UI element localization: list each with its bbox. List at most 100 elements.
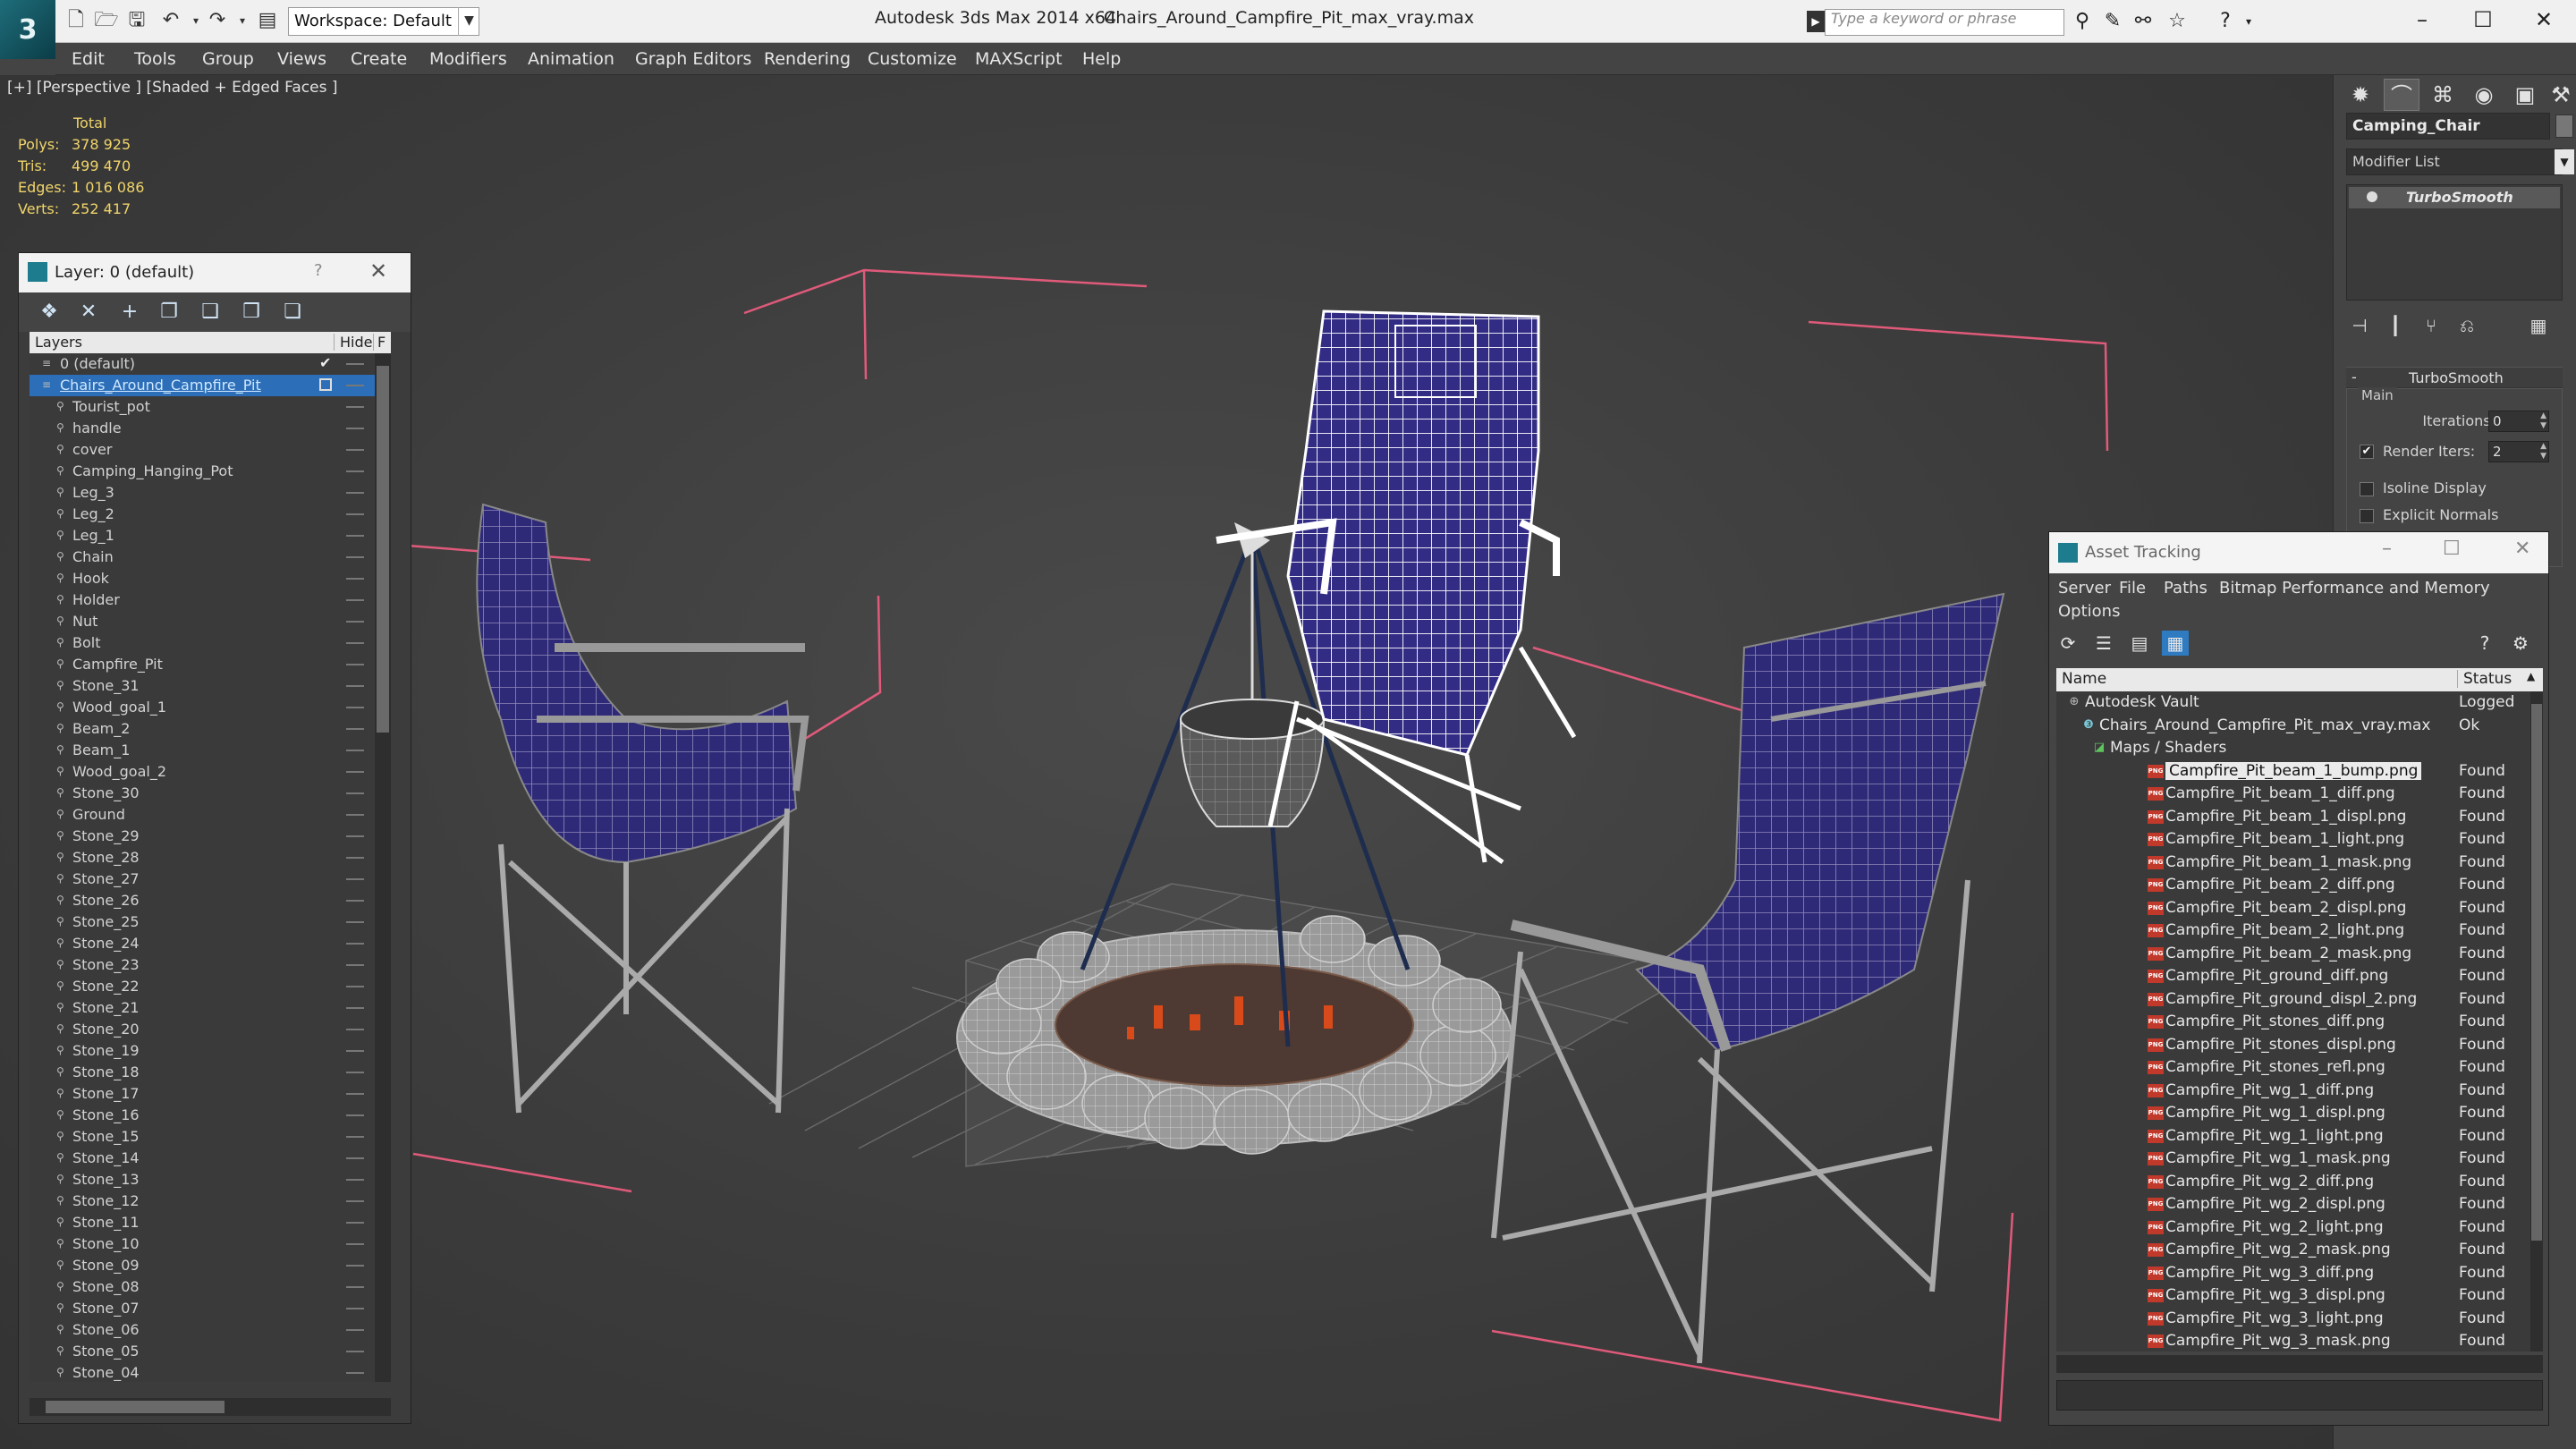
menu-paths[interactable]: Paths xyxy=(2164,579,2207,597)
layer-row[interactable]: ⚲ Leg_2 xyxy=(30,504,391,525)
redo-dropdown-icon[interactable]: ▾ xyxy=(229,7,256,34)
help-icon[interactable]: ? xyxy=(2213,9,2238,34)
hide-toggle[interactable] xyxy=(346,900,364,902)
hide-toggle[interactable] xyxy=(346,943,364,945)
menu-bitmap-performance[interactable]: Bitmap Performance and Memory xyxy=(2219,579,2490,597)
new-file-icon[interactable]: 🗋 xyxy=(63,7,89,34)
layer-row[interactable]: ⚲ Stone_06 xyxy=(30,1319,391,1341)
layer-row[interactable]: ⚲ Stone_28 xyxy=(30,847,391,869)
menu-tools[interactable]: Tools xyxy=(134,43,176,75)
hide-toggle[interactable] xyxy=(346,1329,364,1331)
undo-icon[interactable]: ↶ xyxy=(157,7,184,34)
layer-row[interactable]: ⚲ Ground xyxy=(30,804,391,826)
hide-toggle[interactable] xyxy=(346,792,364,794)
hide-toggle[interactable] xyxy=(346,728,364,730)
layer-row[interactable]: ⚲ Stone_15 xyxy=(30,1126,391,1148)
asset-row[interactable]: PNG Campfire_Pit_beam_1_bump.png Found xyxy=(2056,760,2530,783)
layer-list-scrollbar[interactable] xyxy=(375,353,391,1382)
create-tab-icon[interactable]: ✹ xyxy=(2343,79,2378,111)
communication-center-icon[interactable]: ✎ xyxy=(2100,9,2125,34)
hide-toggle[interactable] xyxy=(346,1222,364,1224)
col-status[interactable]: Status xyxy=(2457,670,2525,688)
layer-row[interactable]: ⚲ Wood_goal_2 xyxy=(30,761,391,783)
col-name[interactable]: Name xyxy=(2062,670,2106,688)
hide-toggle[interactable] xyxy=(346,857,364,859)
layer-row[interactable]: ⚲ Chain xyxy=(30,547,391,568)
layer-row[interactable]: ⚲ Holder xyxy=(30,589,391,611)
asset-row[interactable]: ⊕ Autodesk Vault Logged xyxy=(2056,691,2530,714)
hide-toggle[interactable] xyxy=(346,513,364,515)
menu-server[interactable]: Server xyxy=(2058,579,2111,597)
asset-row[interactable]: PNG Campfire_Pit_wg_1_diff.png Found xyxy=(2056,1080,2530,1102)
layer-row[interactable]: ⚲ Stone_22 xyxy=(30,976,391,997)
current-layer-check[interactable]: ✔ xyxy=(319,354,331,371)
thumbnail-view-icon[interactable]: ▤ xyxy=(2126,631,2153,656)
layer-row[interactable]: ⚲ Stone_12 xyxy=(30,1191,391,1212)
hide-toggle[interactable] xyxy=(346,707,364,708)
layer-row[interactable]: ⚲ handle xyxy=(30,418,391,439)
asset-row[interactable]: PNG Campfire_Pit_wg_2_light.png Found xyxy=(2056,1216,2530,1239)
asset-row[interactable]: PNG Campfire_Pit_beam_2_light.png Found xyxy=(2056,919,2530,942)
turbosmooth-rollout-header[interactable]: - TurboSmooth xyxy=(2346,367,2563,388)
hide-toggle[interactable] xyxy=(346,1372,364,1374)
asset-row[interactable]: PNG Campfire_Pit_beam_1_mask.png Found xyxy=(2056,852,2530,874)
highlight-layer-icon[interactable]: ❑ xyxy=(198,300,223,325)
asset-row[interactable]: PNG Campfire_Pit_wg_2_displ.png Found xyxy=(2056,1193,2530,1216)
hide-toggle[interactable] xyxy=(346,1007,364,1009)
layer-row[interactable]: ⚲ Bolt xyxy=(30,632,391,654)
hide-toggle[interactable] xyxy=(346,1136,364,1138)
menu-rendering[interactable]: Rendering xyxy=(764,43,851,75)
layer-row[interactable]: ⚲ Stone_29 xyxy=(30,826,391,847)
spinner-arrows-icon[interactable]: ▲ ▼ xyxy=(2540,442,2546,462)
hide-toggle[interactable] xyxy=(346,921,364,923)
asset-row[interactable]: PNG Campfire_Pit_ground_diff.png Found xyxy=(2056,965,2530,987)
hide-all-icon[interactable]: ❒ xyxy=(239,300,264,325)
asset-row[interactable]: PNG Campfire_Pit_beam_1_light.png Found xyxy=(2056,828,2530,851)
layer-row[interactable]: ≡ 0 (default) ✔ xyxy=(30,353,391,375)
layer-row[interactable]: ⚲ cover xyxy=(30,439,391,461)
hide-toggle[interactable] xyxy=(346,1308,364,1309)
menu-file[interactable]: File xyxy=(2119,579,2146,597)
hide-toggle[interactable] xyxy=(346,578,364,580)
modifier-list-dropdown[interactable]: Modifier List ▼ xyxy=(2346,148,2574,175)
hide-toggle[interactable] xyxy=(346,664,364,665)
chevron-down-icon[interactable]: ▼ xyxy=(2555,149,2574,174)
menu-edit[interactable]: Edit xyxy=(72,43,105,75)
layer-row[interactable]: ⚲ Camping_Hanging_Pot xyxy=(30,461,391,482)
hide-toggle[interactable] xyxy=(346,621,364,623)
object-name-field[interactable]: Camping_Chair xyxy=(2346,113,2550,140)
asset-row[interactable]: PNG Campfire_Pit_wg_3_displ.png Found xyxy=(2056,1284,2530,1307)
save-icon[interactable]: 🖫 xyxy=(123,7,150,34)
layer-row[interactable]: ⚲ Stone_19 xyxy=(30,1040,391,1062)
layer-row[interactable]: ⚲ Stone_08 xyxy=(30,1276,391,1298)
light-bulb-icon[interactable] xyxy=(2367,191,2377,202)
signin-icon[interactable]: ⚯ xyxy=(2131,9,2156,34)
close-icon[interactable]: ✕ xyxy=(2514,538,2530,560)
layer-row[interactable]: ⚲ Stone_23 xyxy=(30,954,391,976)
layer-row[interactable]: ⚲ Nut xyxy=(30,611,391,632)
layer-row[interactable]: ⚲ Tourist_pot xyxy=(30,396,391,418)
hide-toggle[interactable] xyxy=(346,385,364,386)
maximize-icon[interactable]: ☐ xyxy=(2453,0,2513,39)
layer-row[interactable]: ⚲ Leg_3 xyxy=(30,482,391,504)
layer-row[interactable]: ⚲ Stone_14 xyxy=(30,1148,391,1169)
motion-tab-icon[interactable]: ◉ xyxy=(2466,79,2502,111)
layer-row[interactable]: ⚲ Stone_25 xyxy=(30,911,391,933)
menu-maxscript[interactable]: MAXScript xyxy=(975,43,1063,75)
layer-row[interactable]: ⚲ Stone_05 xyxy=(30,1341,391,1362)
layer-row[interactable]: ⚲ Stone_24 xyxy=(30,933,391,954)
asset-row[interactable]: PNG Campfire_Pit_wg_1_mask.png Found xyxy=(2056,1148,2530,1170)
asset-row[interactable]: PNG Campfire_Pit_stones_diff.png Found xyxy=(2056,1011,2530,1033)
make-unique-icon[interactable]: ⑂ xyxy=(2418,313,2445,338)
show-end-result-icon[interactable]: ┃ xyxy=(2382,313,2409,338)
hide-toggle[interactable] xyxy=(346,449,364,451)
scroll-up-icon[interactable]: ▲ xyxy=(2527,670,2535,682)
hide-toggle[interactable] xyxy=(346,1286,364,1288)
render-iters-checkbox[interactable]: ✔ xyxy=(2360,445,2374,459)
layer-row[interactable]: ⚲ Stone_16 xyxy=(30,1105,391,1126)
menu-group[interactable]: Group xyxy=(202,43,254,75)
display-tab-icon[interactable]: ▣ xyxy=(2507,79,2543,111)
asset-row[interactable]: PNG Campfire_Pit_wg_3_mask.png Found xyxy=(2056,1330,2530,1352)
minimize-icon[interactable]: – xyxy=(2382,538,2392,560)
hide-toggle[interactable] xyxy=(346,1050,364,1052)
